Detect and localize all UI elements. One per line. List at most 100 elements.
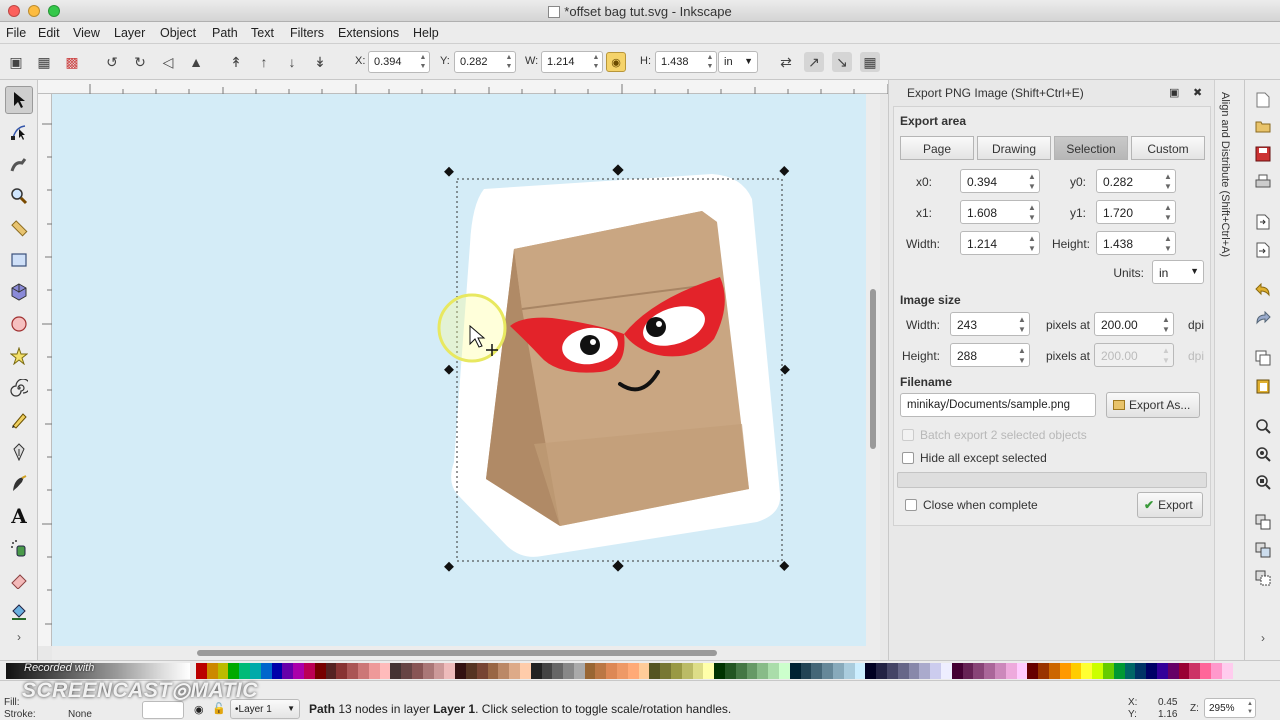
menu-edit[interactable]: Edit bbox=[38, 26, 60, 40]
menu-layer[interactable]: Layer bbox=[114, 26, 145, 40]
area-height-input[interactable]: 1.438 ▲ ▼ bbox=[1096, 231, 1176, 255]
spiral-tool-icon[interactable] bbox=[5, 374, 33, 402]
menu-filters[interactable]: Filters bbox=[290, 26, 324, 40]
select-all-icon[interactable]: ▣ bbox=[6, 52, 26, 72]
filename-input[interactable]: minikay/Documents/sample.png bbox=[900, 393, 1096, 417]
dock-close-icon[interactable]: ✖ bbox=[1193, 86, 1202, 99]
vertical-scroll-thumb[interactable] bbox=[870, 289, 876, 449]
more-commands-chevron-icon[interactable]: › bbox=[1253, 628, 1273, 648]
select-all-layers-icon[interactable]: ▦ bbox=[34, 52, 54, 72]
vertical-scrollbar[interactable] bbox=[866, 94, 880, 646]
raise-to-top-icon[interactable]: ↟ bbox=[226, 52, 246, 72]
rotate-cw-icon[interactable]: ↻ bbox=[130, 52, 150, 72]
spin-arrows-icon[interactable]: ▲ ▼ bbox=[1160, 315, 1172, 335]
align-distribute-tab[interactable]: Align and Distribute (Shift+Ctrl+A) bbox=[1214, 80, 1244, 660]
lock-icon[interactable]: ◉ bbox=[606, 52, 626, 72]
ellipse-tool-icon[interactable] bbox=[5, 310, 33, 338]
y-input[interactable]: 0.282 ▲ ▼ bbox=[454, 51, 516, 73]
menu-extensions[interactable]: Extensions bbox=[338, 26, 399, 40]
spin-arrows-icon[interactable]: ▲ ▼ bbox=[1026, 234, 1038, 254]
close-when-complete-checkbox[interactable] bbox=[905, 499, 917, 511]
menu-text[interactable]: Text bbox=[251, 26, 274, 40]
duplicate-icon[interactable] bbox=[1253, 512, 1273, 532]
more-tools-chevron-icon[interactable]: › bbox=[5, 628, 33, 646]
zoom-page-icon[interactable] bbox=[1253, 472, 1273, 492]
zoom-tool-icon[interactable] bbox=[5, 182, 33, 210]
export-icon[interactable] bbox=[1253, 240, 1273, 260]
star-tool-icon[interactable] bbox=[5, 342, 33, 370]
lower-to-bottom-icon[interactable]: ↡ bbox=[310, 52, 330, 72]
spin-arrows-icon[interactable]: ▲ ▼ bbox=[418, 53, 428, 71]
node-tool-icon[interactable] bbox=[5, 118, 33, 146]
open-icon[interactable] bbox=[1253, 116, 1273, 136]
rotate-ccw-icon[interactable]: ↺ bbox=[102, 52, 122, 72]
spin-arrows-icon[interactable]: ▲ ▼ bbox=[1016, 346, 1028, 366]
print-icon[interactable] bbox=[1253, 172, 1273, 192]
w-input[interactable]: 1.214 ▲ ▼ bbox=[541, 51, 603, 73]
flip-horizontal-icon[interactable]: ◁ bbox=[158, 52, 178, 72]
area-drawing-button[interactable]: Drawing bbox=[977, 136, 1051, 160]
menu-file[interactable]: File bbox=[6, 26, 26, 40]
deselect-icon[interactable]: ▩ bbox=[62, 52, 82, 72]
drawing-canvas[interactable] bbox=[52, 94, 866, 646]
horizontal-scrollbar[interactable] bbox=[52, 646, 880, 660]
eye-icon[interactable]: ◉ bbox=[194, 703, 204, 716]
calligraphy-tool-icon[interactable] bbox=[5, 470, 33, 498]
rectangle-tool-icon[interactable] bbox=[5, 246, 33, 274]
menu-path[interactable]: Path bbox=[212, 26, 238, 40]
spin-arrows-icon[interactable]: ▲ ▼ bbox=[504, 53, 514, 71]
eraser-tool-icon[interactable] bbox=[5, 566, 33, 594]
export-button[interactable]: ✔ Export bbox=[1137, 492, 1203, 518]
move-patterns-icon[interactable]: ▦ bbox=[860, 52, 880, 72]
clone-icon[interactable] bbox=[1253, 540, 1273, 560]
text-tool-icon[interactable]: A bbox=[5, 502, 33, 530]
lower-icon[interactable]: ↓ bbox=[282, 52, 302, 72]
export-as-button[interactable]: Export As... bbox=[1106, 392, 1200, 418]
scale-stroke-icon[interactable]: ⇄ bbox=[776, 52, 796, 72]
bucket-tool-icon[interactable] bbox=[5, 598, 33, 626]
new-document-icon[interactable] bbox=[1253, 90, 1273, 110]
dpi-x-input[interactable]: 200.00 ▲ ▼ bbox=[1094, 312, 1174, 336]
x0-input[interactable]: 0.394 ▲ ▼ bbox=[960, 169, 1040, 193]
spray-tool-icon[interactable] bbox=[5, 534, 33, 562]
scale-corners-icon[interactable]: ↗ bbox=[804, 52, 824, 72]
flip-vertical-icon[interactable]: ▲ bbox=[186, 52, 206, 72]
spin-arrows-icon[interactable]: ▲ ▼ bbox=[1026, 203, 1038, 223]
pen-tool-icon[interactable] bbox=[5, 438, 33, 466]
menu-help[interactable]: Help bbox=[413, 26, 439, 40]
units-select[interactable]: in ▼ bbox=[718, 51, 758, 73]
tweak-tool-icon[interactable] bbox=[5, 150, 33, 178]
y1-input[interactable]: 1.720 ▲ ▼ bbox=[1096, 200, 1176, 224]
opacity-spinner[interactable] bbox=[142, 701, 184, 719]
undo-icon[interactable] bbox=[1253, 280, 1273, 300]
area-width-input[interactable]: 1.214 ▲ ▼ bbox=[960, 231, 1040, 255]
x1-input[interactable]: 1.608 ▲ ▼ bbox=[960, 200, 1040, 224]
menu-view[interactable]: View bbox=[73, 26, 100, 40]
spin-arrows-icon[interactable]: ▲ ▼ bbox=[705, 53, 715, 71]
img-width-input[interactable]: 243 ▲ ▼ bbox=[950, 312, 1030, 336]
units-select[interactable]: in ▼ bbox=[1152, 260, 1204, 284]
h-input[interactable]: 1.438 ▲ ▼ bbox=[655, 51, 717, 73]
spin-arrows-icon[interactable]: ▲ ▼ bbox=[591, 53, 601, 71]
hide-all-checkbox[interactable] bbox=[902, 452, 914, 464]
unlink-clone-icon[interactable] bbox=[1253, 568, 1273, 588]
raise-icon[interactable]: ↑ bbox=[254, 52, 274, 72]
pencil-tool-icon[interactable] bbox=[5, 406, 33, 434]
horizontal-scroll-thumb[interactable] bbox=[197, 650, 717, 656]
palette-swatches[interactable] bbox=[196, 663, 1233, 679]
spin-arrows-icon[interactable]: ▲ ▼ bbox=[1026, 172, 1038, 192]
img-height-input[interactable]: 288 ▲ ▼ bbox=[950, 343, 1030, 367]
import-icon[interactable] bbox=[1253, 212, 1273, 232]
x-input[interactable]: 0.394 ▲ ▼ bbox=[368, 51, 430, 73]
spin-arrows-icon[interactable]: ▲ ▼ bbox=[1016, 315, 1028, 335]
area-selection-button[interactable]: Selection bbox=[1054, 136, 1128, 160]
area-page-button[interactable]: Page bbox=[900, 136, 974, 160]
zoom-selection-icon[interactable] bbox=[1253, 416, 1273, 436]
move-gradients-icon[interactable]: ↘ bbox=[832, 52, 852, 72]
save-icon[interactable] bbox=[1253, 144, 1273, 164]
spin-arrows-icon[interactable]: ▲ ▼ bbox=[1162, 234, 1174, 254]
zoom-input[interactable]: 295% ▲ ▼ bbox=[1204, 698, 1256, 718]
area-custom-button[interactable]: Custom bbox=[1131, 136, 1205, 160]
spin-arrows-icon[interactable]: ▲ ▼ bbox=[1162, 172, 1174, 192]
measure-tool-icon[interactable] bbox=[5, 214, 33, 242]
